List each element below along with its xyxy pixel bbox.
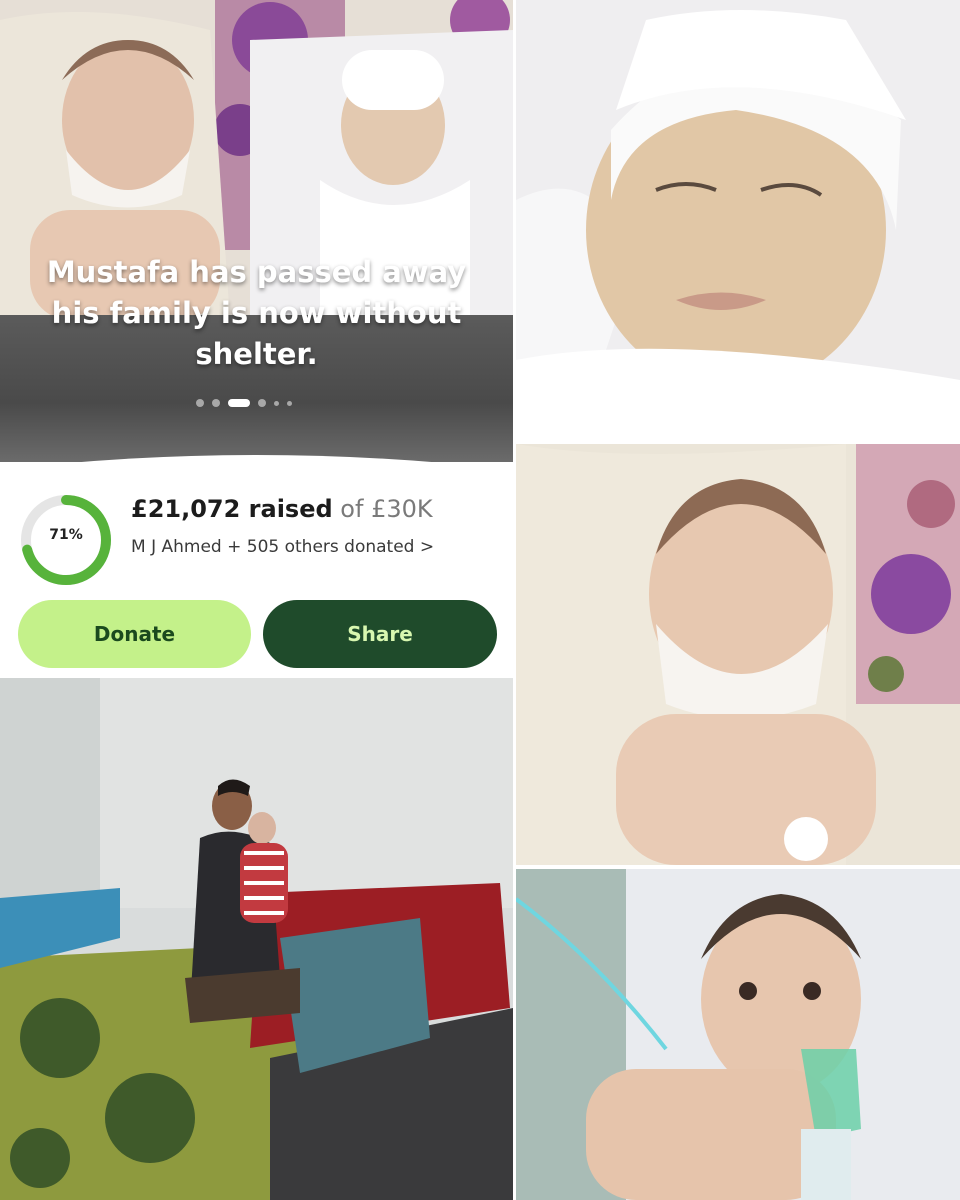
share-button[interactable]: Share xyxy=(263,600,497,668)
card-curve xyxy=(0,455,513,470)
carousel-indicators[interactable] xyxy=(196,398,292,408)
raised-target: of £30K xyxy=(332,495,433,523)
donate-button[interactable]: Donate xyxy=(18,600,251,668)
photo-image xyxy=(0,678,513,1200)
donors-link[interactable]: M J Ahmed + 505 others donated > xyxy=(131,537,434,557)
campaign-card: Mustafa has passed away his family is no… xyxy=(0,0,513,676)
carousel-dot[interactable] xyxy=(258,399,266,407)
carousel-dot[interactable] xyxy=(274,400,279,406)
photo-image xyxy=(516,444,960,865)
carousel-dot[interactable] xyxy=(212,399,220,407)
photo-baby-oxygen-mask xyxy=(516,869,960,1200)
progress-percent: 71% xyxy=(49,527,83,543)
photo-father-with-baby-room xyxy=(0,678,513,1200)
photo-infant-chin-bandage xyxy=(516,444,960,865)
hero-carousel[interactable]: Mustafa has passed away his family is no… xyxy=(0,0,513,462)
chevron-right-icon: > xyxy=(419,537,435,557)
photo-image xyxy=(516,869,960,1200)
donors-text: M J Ahmed + 505 others donated xyxy=(131,537,415,557)
carousel-dot[interactable] xyxy=(287,400,292,406)
carousel-dot-active[interactable] xyxy=(228,399,250,407)
carousel-dot[interactable] xyxy=(196,399,204,407)
photo-child-bandaged-head xyxy=(516,0,960,440)
amount-raised: £21,072 raised of £30K xyxy=(131,495,433,523)
photo-image xyxy=(516,0,960,440)
campaign-headline: Mustafa has passed away his family is no… xyxy=(46,255,467,371)
raised-amount: £21,072 raised xyxy=(131,495,333,523)
